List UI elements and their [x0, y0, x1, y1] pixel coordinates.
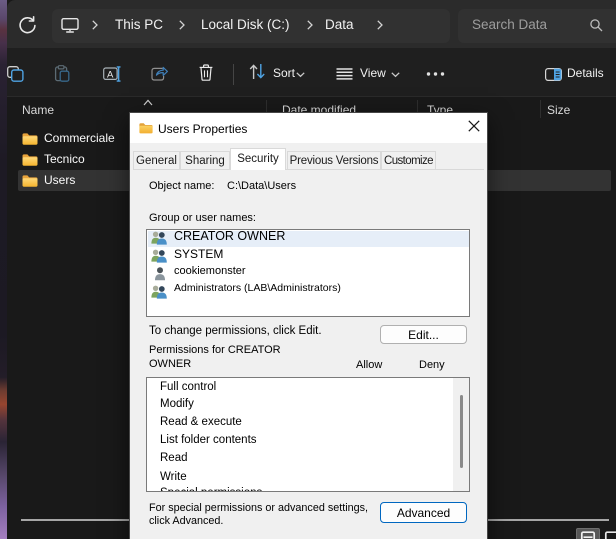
svg-text:A: A	[107, 69, 114, 80]
